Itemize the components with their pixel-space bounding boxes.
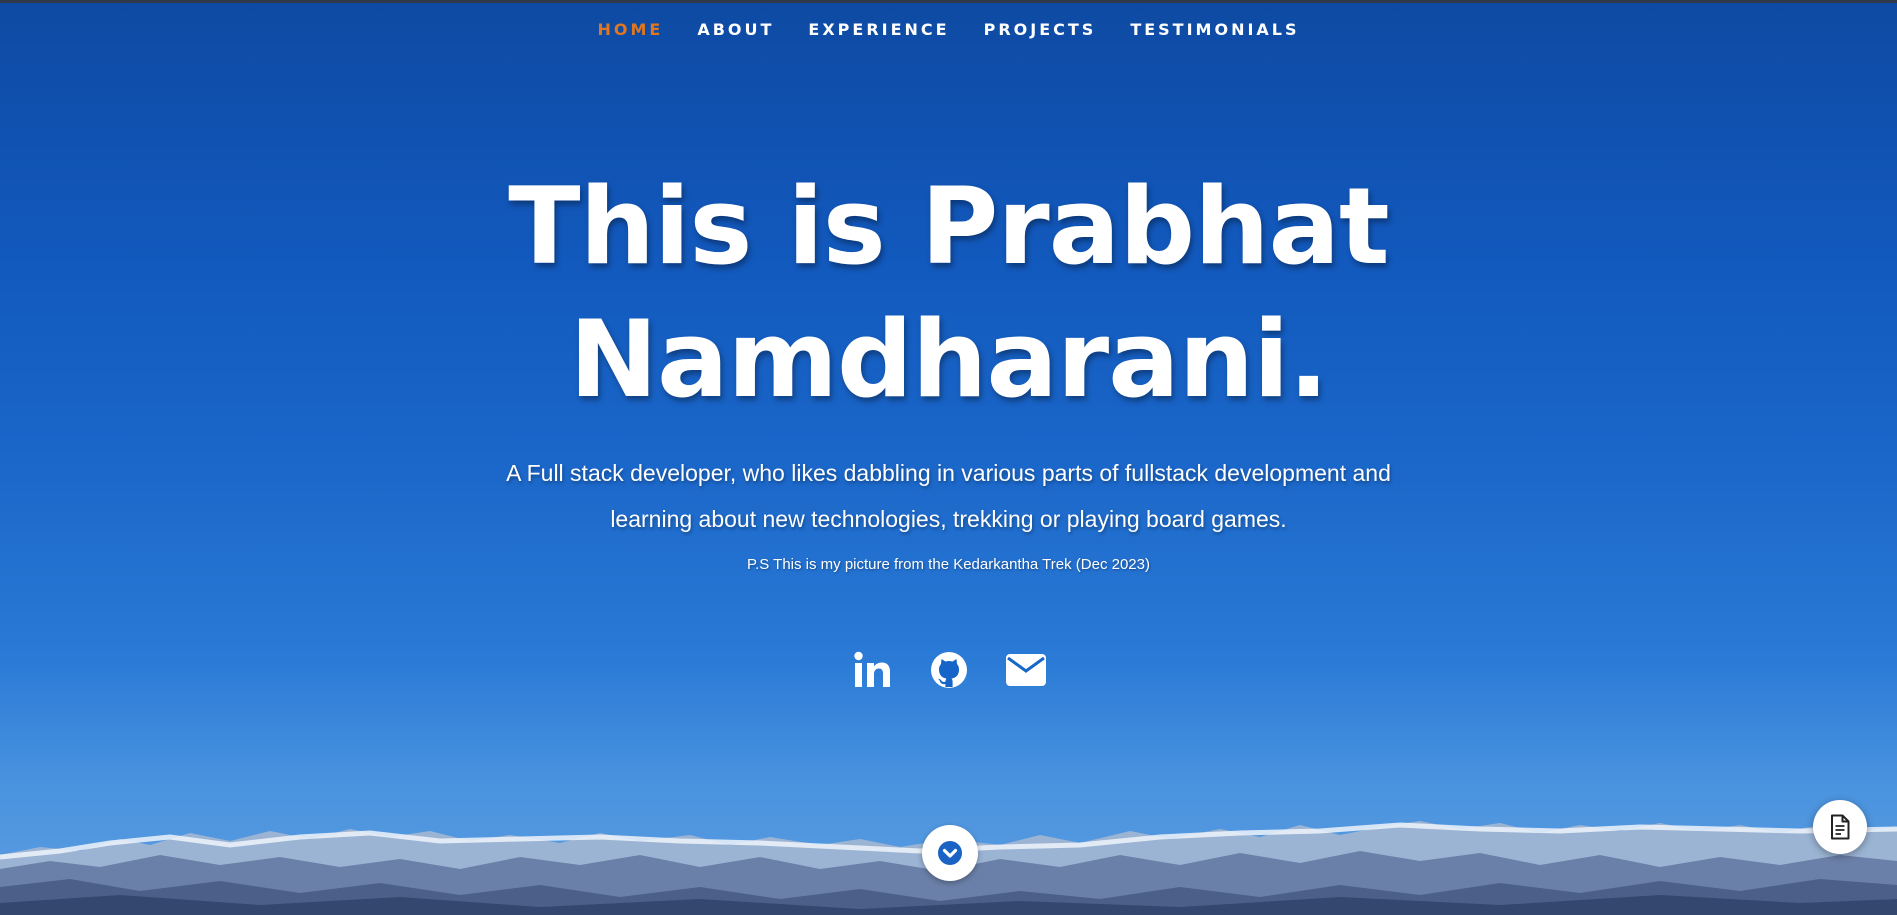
main-nav: HOME ABOUT EXPERIENCE PROJECTS TESTIMONI… (0, 20, 1897, 39)
social-links (0, 648, 1897, 692)
hero-subtitle-line-1: A Full stack developer, who likes dabbli… (506, 460, 1391, 486)
hero-title-line-1: This is Prabhat (508, 165, 1389, 288)
email-icon[interactable] (1004, 648, 1048, 692)
hero-subtitle-line-2: learning about new technologies, trekkin… (610, 506, 1287, 532)
nav-testimonials[interactable]: TESTIMONIALS (1130, 20, 1299, 39)
resume-button[interactable] (1813, 800, 1867, 854)
hero-subtitle: A Full stack developer, who likes dabbli… (0, 450, 1897, 542)
chevron-down-icon (938, 841, 962, 865)
nav-home[interactable]: HOME (597, 20, 663, 39)
nav-about[interactable]: ABOUT (697, 20, 774, 39)
linkedin-icon[interactable] (850, 648, 894, 692)
top-border (0, 0, 1897, 3)
hero-title: This is Prabhat Namdharani. (0, 160, 1897, 426)
nav-projects[interactable]: PROJECTS (984, 20, 1097, 39)
nav-experience[interactable]: EXPERIENCE (808, 20, 949, 39)
github-icon[interactable] (927, 648, 971, 692)
hero-title-line-2: Namdharani. (569, 298, 1328, 421)
scroll-down-button[interactable] (922, 825, 978, 881)
document-icon (1831, 814, 1850, 840)
photo-note: P.S This is my picture from the Kedarkan… (747, 556, 1150, 573)
